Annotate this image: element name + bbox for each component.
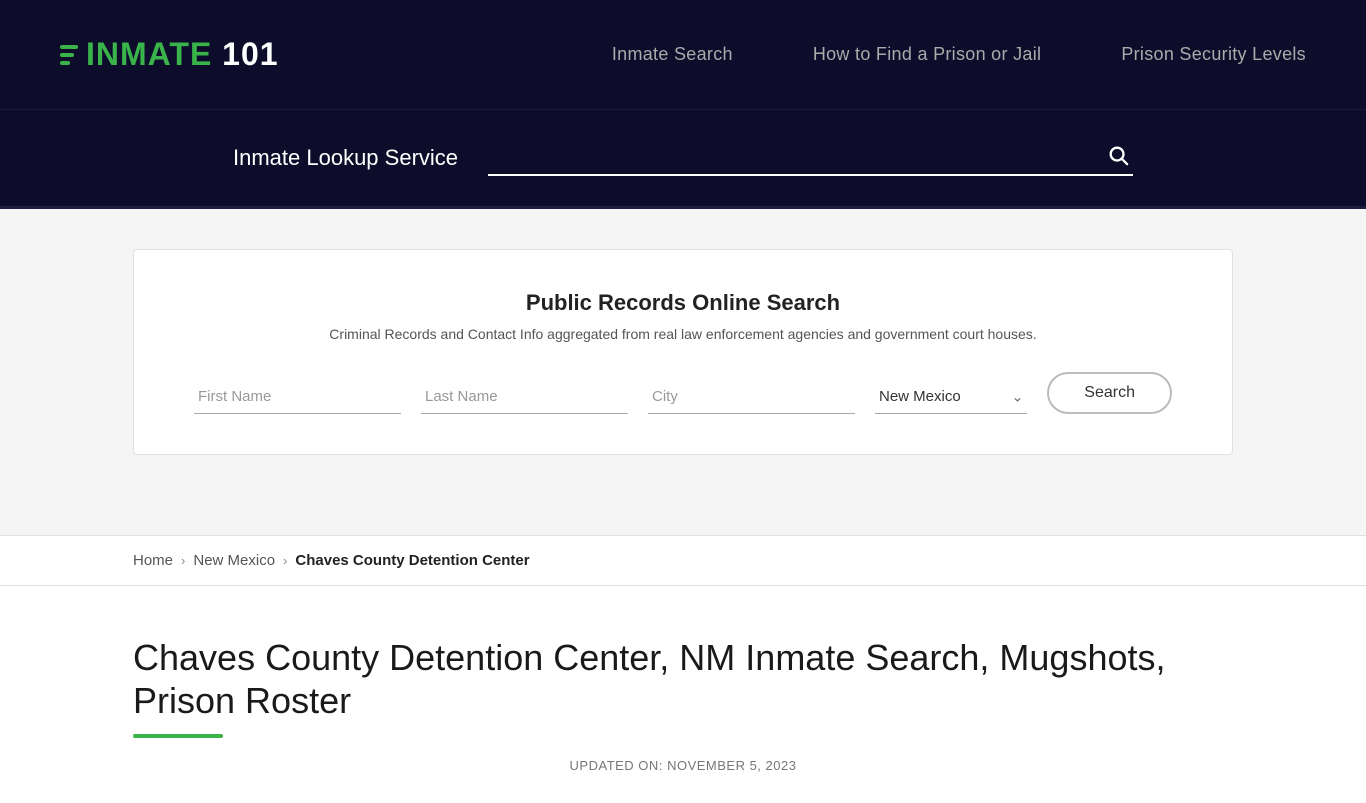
header-search-button[interactable]	[1103, 140, 1133, 176]
breadcrumb-section: Home › New Mexico › Chaves County Detent…	[0, 535, 1366, 586]
records-search-button[interactable]: Search	[1047, 372, 1172, 414]
breadcrumb-current: Chaves County Detention Center	[295, 552, 529, 569]
main-content: Public Records Online Search Criminal Re…	[0, 209, 1366, 535]
updated-label: UPDATED ON:	[570, 758, 663, 773]
state-select[interactable]: AlabamaAlaskaArizonaArkansasCaliforniaCo…	[875, 380, 1027, 414]
records-search-form: AlabamaAlaskaArizonaArkansasCaliforniaCo…	[194, 372, 1172, 414]
search-icon	[1107, 144, 1129, 166]
search-inner: Inmate Lookup Service	[233, 140, 1133, 176]
public-records-card: Public Records Online Search Criminal Re…	[133, 249, 1233, 455]
nav-link-inmate-search[interactable]: Inmate Search	[612, 44, 733, 64]
logo-text: INMATE 101	[86, 36, 279, 73]
logo-link[interactable]: INMATE 101	[60, 36, 279, 73]
nav-item-inmate-search: Inmate Search	[612, 44, 733, 65]
chevron-right-icon-1: ›	[181, 553, 185, 568]
updated-date: NOVEMBER 5, 2023	[667, 758, 796, 773]
state-select-wrap: AlabamaAlaskaArizonaArkansasCaliforniaCo…	[875, 380, 1027, 414]
first-name-field	[194, 380, 401, 414]
page-title-section: Chaves County Detention Center, NM Inmat…	[0, 586, 1366, 803]
city-field	[648, 380, 855, 414]
card-title: Public Records Online Search	[194, 290, 1172, 316]
breadcrumb-home[interactable]: Home	[133, 552, 173, 569]
nav-link-security-levels[interactable]: Prison Security Levels	[1121, 44, 1306, 64]
header-search-input[interactable]	[488, 140, 1133, 176]
nav-link-find-prison[interactable]: How to Find a Prison or Jail	[813, 44, 1042, 64]
title-underline	[133, 734, 223, 738]
nav-links: Inmate Search How to Find a Prison or Ja…	[612, 44, 1306, 65]
last-name-field	[421, 380, 628, 414]
nav-item-find-prison: How to Find a Prison or Jail	[813, 44, 1042, 65]
page-title-wrap: Chaves County Detention Center, NM Inmat…	[133, 636, 1233, 773]
page-title: Chaves County Detention Center, NM Inmat…	[133, 636, 1233, 722]
search-section-label: Inmate Lookup Service	[233, 145, 458, 171]
logo-bar-1	[60, 45, 78, 49]
logo-bar-3	[60, 61, 70, 65]
nav-item-security-levels: Prison Security Levels	[1121, 44, 1306, 65]
breadcrumb-state[interactable]: New Mexico	[193, 552, 275, 569]
top-navigation: INMATE 101 Inmate Search How to Find a P…	[0, 0, 1366, 110]
header-search-wrap	[488, 140, 1133, 176]
logo-bar-2	[60, 53, 74, 57]
search-section: Inmate Lookup Service	[0, 110, 1366, 209]
first-name-input[interactable]	[194, 380, 401, 414]
city-input[interactable]	[648, 380, 855, 414]
logo-bars-icon	[60, 45, 78, 65]
logo-number: 101	[222, 36, 278, 72]
card-subtitle: Criminal Records and Contact Info aggreg…	[194, 326, 1172, 342]
chevron-right-icon-2: ›	[283, 553, 287, 568]
logo-name: INMATE	[86, 36, 212, 72]
breadcrumb: Home › New Mexico › Chaves County Detent…	[133, 552, 1233, 569]
last-name-input[interactable]	[421, 380, 628, 414]
updated-text: UPDATED ON: NOVEMBER 5, 2023	[133, 758, 1233, 773]
